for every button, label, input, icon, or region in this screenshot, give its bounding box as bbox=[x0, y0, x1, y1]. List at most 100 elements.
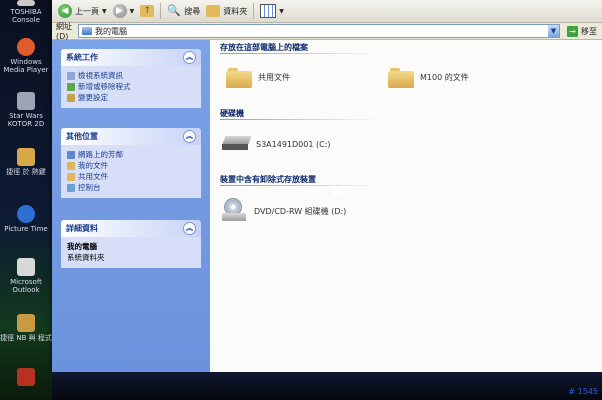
mouse-cursor-icon bbox=[327, 181, 343, 197]
desktop-icons: TOSHIBA Console Windows Media Player Sta… bbox=[0, 0, 56, 400]
control-panel-icon bbox=[67, 183, 75, 192]
item-label: DVD/CD-RW 組碟機 (D:) bbox=[254, 206, 347, 216]
go-label: 移至 bbox=[581, 26, 597, 36]
toolbar: ◀ 上一頁 ▼ ▶ ▼ ↑ 🔍 搜尋 資料夾 ▼ bbox=[52, 0, 602, 23]
section-rule bbox=[220, 185, 380, 186]
desktop-icon-label: TOSHIBA Console bbox=[10, 8, 42, 24]
details-header[interactable]: 詳細資料 ︽ bbox=[61, 220, 201, 237]
section-removable: 裝置中含有卸除式存放裝置 bbox=[220, 175, 316, 184]
folder-up-icon: ↑ bbox=[140, 5, 155, 17]
toolbar-separator bbox=[160, 3, 162, 19]
explorer-window: ◀ 上一頁 ▼ ▶ ▼ ↑ 🔍 搜尋 資料夾 ▼ 網址(D) 我的電腦 ▼ → … bbox=[52, 0, 602, 372]
views-button[interactable]: ▼ bbox=[260, 2, 284, 20]
views-icon bbox=[260, 4, 277, 18]
item-label: S3A1491D001 (C:) bbox=[256, 139, 331, 149]
task-label: 檢視系統資訊 bbox=[78, 71, 123, 80]
game-icon bbox=[17, 92, 35, 110]
place-network[interactable]: 網路上的芳鄰 bbox=[67, 149, 195, 160]
item-label: M100 的文件 bbox=[420, 72, 469, 82]
section-rule bbox=[220, 53, 380, 54]
media-player-icon bbox=[17, 38, 35, 56]
folders-button[interactable]: 資料夾 bbox=[206, 2, 247, 20]
hard-drive-icon bbox=[222, 136, 252, 152]
chevron-down-icon[interactable]: ▼ bbox=[279, 8, 284, 15]
up-button[interactable]: ↑ bbox=[140, 2, 155, 20]
chevron-down-icon[interactable]: ▼ bbox=[102, 8, 107, 15]
item-label: 共用文件 bbox=[258, 72, 290, 82]
task-view-system-info[interactable]: 檢視系統資訊 bbox=[67, 70, 195, 81]
forward-arrow-icon: ▶ bbox=[112, 4, 127, 18]
desktop-icon[interactable]: Star Wars KOTOR 2D bbox=[0, 92, 52, 128]
collapse-icon[interactable]: ︽ bbox=[183, 130, 196, 143]
panel-body: 網路上的芳鄰 我的文件 共用文件 控制台 bbox=[61, 145, 201, 198]
program-icon bbox=[17, 368, 35, 386]
place-label: 網路上的芳鄰 bbox=[78, 150, 123, 159]
desktop-icon[interactable]: 捷徑 於 熱鍵 bbox=[0, 148, 52, 176]
desktop-icon-label: Picture Time bbox=[4, 225, 48, 233]
go-arrow-icon: → bbox=[567, 25, 578, 37]
task-change-settings[interactable]: 變更設定 bbox=[67, 92, 195, 103]
panel-title: 系統工作 bbox=[66, 53, 98, 62]
shared-documents-item[interactable]: 共用文件 bbox=[226, 66, 290, 88]
desktop-icon[interactable]: Picture Time bbox=[0, 205, 52, 233]
toolbar-separator bbox=[253, 3, 255, 19]
collapse-icon[interactable]: ︽ bbox=[183, 222, 196, 235]
drive-d-item[interactable]: DVD/CD-RW 組碟機 (D:) bbox=[222, 198, 346, 224]
details-type: 系統資料夾 bbox=[67, 253, 105, 262]
photo-stamp: # 1545 bbox=[568, 387, 598, 396]
panel-body: 我的電腦 系統資料夾 bbox=[61, 237, 201, 268]
go-button[interactable]: → 移至 bbox=[564, 25, 597, 37]
desktop-icon[interactable] bbox=[0, 368, 52, 388]
folder-icon bbox=[388, 66, 414, 88]
panel-body: 檢視系統資訊 新增或移除程式 變更設定 bbox=[61, 66, 201, 108]
details-name: 我的電腦 bbox=[67, 242, 97, 251]
outlook-icon bbox=[17, 258, 35, 276]
desktop-icon[interactable]: Windows Media Player bbox=[0, 38, 52, 74]
place-label: 共用文件 bbox=[78, 172, 108, 181]
section-stored-files: 存放在這部電腦上的檔案 bbox=[220, 43, 308, 52]
section-hard-drives: 硬碟機 bbox=[220, 109, 244, 118]
desktop-icon[interactable]: Microsoft Outlook bbox=[0, 258, 52, 294]
place-my-documents[interactable]: 我的文件 bbox=[67, 160, 195, 171]
task-add-remove-programs[interactable]: 新增或移除程式 bbox=[67, 81, 195, 92]
desktop-icon-label: Star Wars KOTOR 2D bbox=[7, 112, 45, 128]
other-places-header[interactable]: 其他位置 ︽ bbox=[61, 128, 201, 145]
task-label: 新增或移除程式 bbox=[78, 82, 131, 91]
folder-icon bbox=[67, 172, 75, 181]
search-icon: 🔍 bbox=[167, 4, 181, 17]
panel-title: 其他位置 bbox=[66, 132, 98, 141]
desktop-icon[interactable]: TOSHIBA Console bbox=[0, 0, 52, 24]
folder-icon bbox=[17, 148, 35, 166]
m100-documents-item[interactable]: M100 的文件 bbox=[388, 66, 469, 88]
picture-time-icon bbox=[17, 205, 35, 223]
folder-icon bbox=[67, 161, 75, 170]
desktop-icon[interactable]: 捷徑 NB 與 程式 bbox=[0, 314, 52, 342]
place-label: 控制台 bbox=[78, 183, 101, 192]
task-pane: 系統工作 ︽ 檢視系統資訊 新增或移除程式 變更設定 其他位置 ︽ 網路上的芳鄰… bbox=[52, 40, 210, 372]
drive-c-item[interactable]: S3A1491D001 (C:) bbox=[222, 136, 331, 152]
my-computer-icon bbox=[82, 27, 92, 35]
network-icon bbox=[67, 150, 75, 159]
folder-icon bbox=[17, 314, 35, 332]
place-control-panel[interactable]: 控制台 bbox=[67, 182, 195, 193]
panel-title: 詳細資料 bbox=[66, 224, 98, 233]
desktop-icon-label: 捷徑 NB 與 程式 bbox=[0, 334, 52, 342]
folders-icon bbox=[206, 5, 221, 17]
place-shared-documents[interactable]: 共用文件 bbox=[67, 171, 195, 182]
collapse-icon[interactable]: ︽ bbox=[183, 51, 196, 64]
back-button[interactable]: ◀ 上一頁 ▼ bbox=[58, 2, 107, 20]
address-input[interactable]: 我的電腦 ▼ bbox=[78, 24, 560, 38]
toshiba-console-icon bbox=[17, 0, 35, 6]
search-button[interactable]: 🔍 搜尋 bbox=[167, 2, 200, 20]
back-label: 上一頁 bbox=[75, 6, 99, 16]
folders-label: 資料夾 bbox=[223, 6, 248, 16]
place-label: 我的文件 bbox=[78, 161, 108, 170]
info-icon bbox=[67, 71, 75, 80]
chevron-down-icon[interactable]: ▼ bbox=[130, 8, 135, 15]
address-dropdown[interactable]: ▼ bbox=[548, 25, 559, 37]
system-tasks-panel: 系統工作 ︽ 檢視系統資訊 新增或移除程式 變更設定 bbox=[61, 49, 201, 108]
folder-icon bbox=[226, 66, 252, 88]
forward-button[interactable]: ▶ ▼ bbox=[112, 2, 135, 20]
system-tasks-header[interactable]: 系統工作 ︽ bbox=[61, 49, 201, 66]
task-label: 變更設定 bbox=[78, 93, 108, 102]
